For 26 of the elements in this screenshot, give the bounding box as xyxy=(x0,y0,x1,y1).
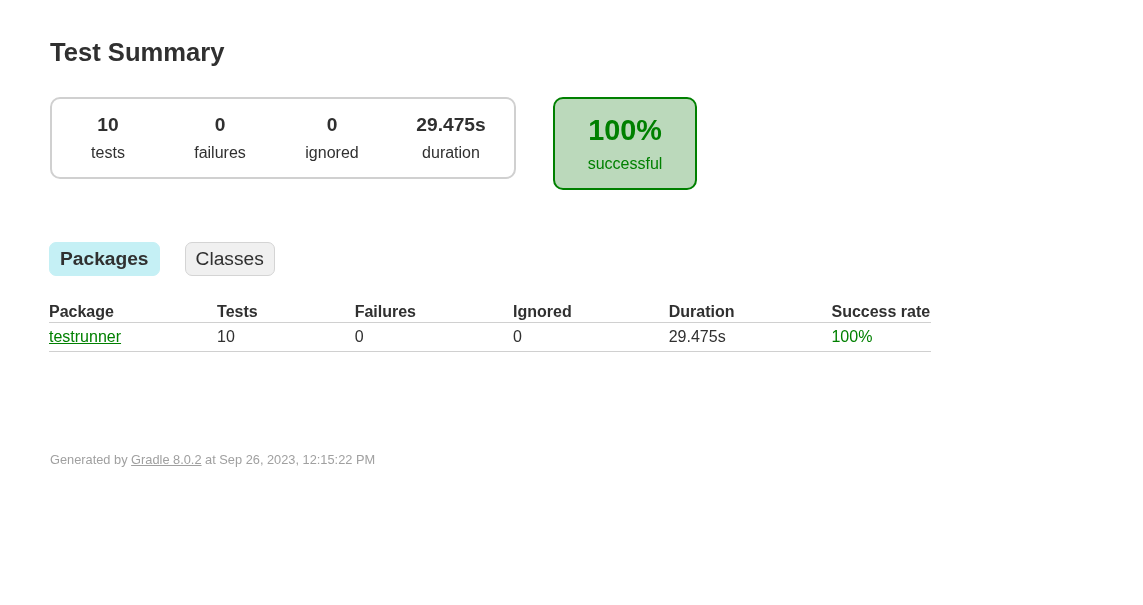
success-percent: 100% xyxy=(587,114,663,147)
counter-label: failures xyxy=(193,144,247,162)
column-header: Ignored xyxy=(417,302,573,323)
counter-value: 0 xyxy=(325,114,339,136)
counter-label: duration xyxy=(421,144,481,162)
table-cell: 10 xyxy=(217,328,235,345)
tab[interactable]: Classes xyxy=(184,242,275,276)
table-cell: 100% xyxy=(831,328,873,345)
column-header: Tests xyxy=(121,302,259,323)
package-link[interactable]: testrunner xyxy=(49,328,122,345)
tab[interactable]: Packages xyxy=(49,242,160,276)
table-cell: 0 xyxy=(513,328,522,345)
table-cell: 29.475s xyxy=(668,328,726,345)
counter-value: 10 xyxy=(96,114,120,136)
table-cell: 0 xyxy=(354,328,364,345)
counter-value: 0 xyxy=(213,114,227,136)
column-header: Failures xyxy=(258,302,417,323)
counter-label: tests xyxy=(90,144,126,162)
counter-value: 29.475s xyxy=(415,114,487,136)
page-title: Test Summary xyxy=(50,38,225,67)
counter-label: ignored xyxy=(304,144,360,162)
footer-text: Generated by Gradle 8.0.2 at Sep 26, 2023, 12:15:22 PM xyxy=(50,452,376,467)
success-label: successful xyxy=(586,155,664,173)
column-header: Success rate xyxy=(735,302,932,323)
column-header: Duration xyxy=(572,302,736,323)
column-header: Package xyxy=(49,302,122,323)
